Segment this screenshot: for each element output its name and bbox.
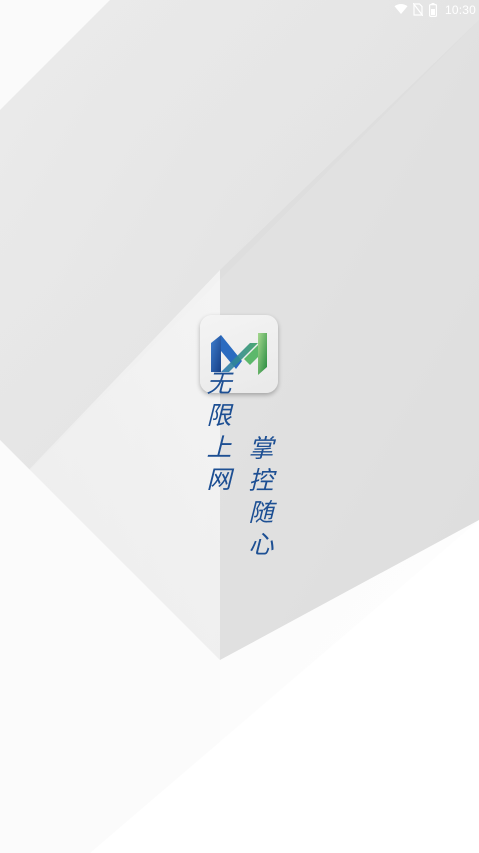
slogan-right: 掌控随心: [245, 435, 274, 563]
battery-icon: [429, 3, 437, 17]
splash-screen: 10:30 无限上网 掌控随心: [0, 0, 479, 853]
status-bar: 10:30: [0, 0, 479, 20]
slogan-left: 无限上网: [203, 370, 232, 498]
wifi-icon: [394, 3, 408, 15]
background-graphic: [0, 0, 479, 853]
no-sim-icon: [413, 3, 423, 16]
status-time: 10:30: [445, 3, 477, 17]
